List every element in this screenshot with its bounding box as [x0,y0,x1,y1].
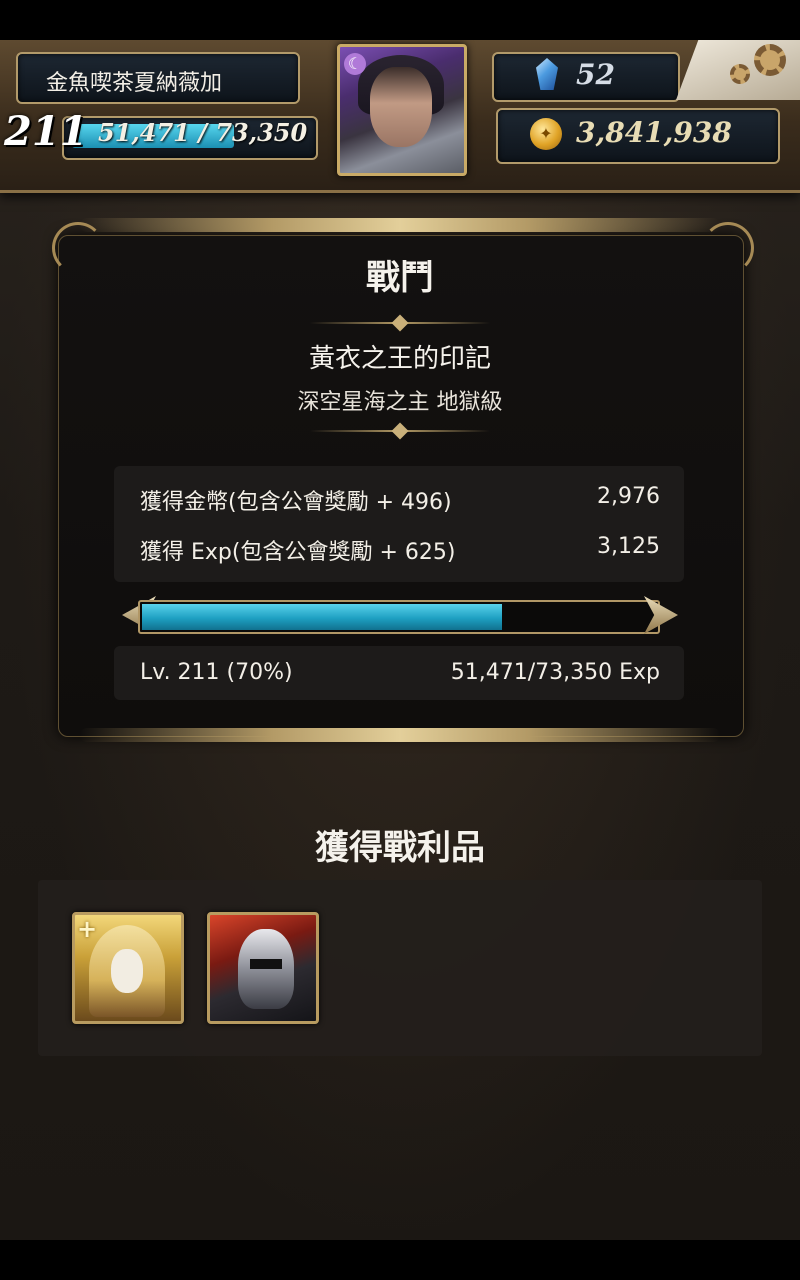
knight-helmet-icon [238,929,294,1009]
reward-summary: 獲得金幣(包含公會獎勵 + 496) 2,976 獲得 Exp(包含公會獎勵 +… [114,466,684,582]
exp-reward-row: 獲得 Exp(包含公會獎勵 + 625) 3,125 [140,528,660,568]
settings-button[interactable] [676,40,800,100]
exp-total-label: 51,471/73,350 Exp [450,660,660,685]
portrait-face [370,67,432,147]
panel-bottom-ornament [80,728,720,742]
player-level: 211 [4,108,88,155]
system-bottom-bar [0,1240,800,1280]
panel-top-ornament [80,218,720,232]
level-summary: Lv. 211 (70%) 51,471/73,350 Exp [114,646,684,700]
quest-name: 黃衣之王的印記 [308,344,491,374]
loot-item-hooded-figure[interactable]: + [72,912,184,1024]
gem-count: 52 [576,58,615,91]
header-exp-text: 51,471 / 73,350 [98,118,308,147]
small-gear-icon [730,64,750,84]
exp-progress-bar [138,600,660,634]
quest-subtitle: 深空星海之主 地獄級 [297,390,503,415]
loot-title: 獲得戰利品 [315,828,485,868]
player-name-plate: 金魚喫茶夏納薇加 [16,52,300,104]
mask-icon [111,949,143,993]
gold-count: 3,841,938 [576,116,732,149]
gear-icon [754,44,786,76]
plus-icon: + [77,915,98,943]
player-header: 金魚喫茶夏納薇加 51,471 / 73,350 211 ☾ 52 ✦ 3,84… [0,40,800,193]
screen: 金魚喫茶夏納薇加 51,471 / 73,350 211 ☾ 52 ✦ 3,84… [0,40,800,1240]
gold-reward-row: 獲得金幣(包含公會獎勵 + 496) 2,976 [140,478,660,518]
loot-item-armored-knight[interactable] [207,912,319,1024]
player-name: 金魚喫茶夏納薇加 [46,70,223,95]
leader-portrait[interactable]: ☾ [337,44,467,176]
exp-reward-label: 獲得 Exp(包含公會獎勵 + 625) [140,540,456,565]
battle-title: 戰鬥 [366,258,434,298]
helmet-visor [250,959,282,969]
gold-coin-icon: ✦ [530,118,562,150]
gold-reward-label: 獲得金幣(包含公會獎勵 + 496) [140,490,452,515]
title-divider [310,322,490,324]
exp-progress-fill [142,604,502,630]
gold-reward-value: 2,976 [597,484,660,509]
exp-reward-value: 3,125 [597,534,660,559]
subtitle-divider [310,430,490,432]
crescent-moon-icon: ☾ [344,53,366,75]
level-label: Lv. 211 (70%) [140,660,293,685]
